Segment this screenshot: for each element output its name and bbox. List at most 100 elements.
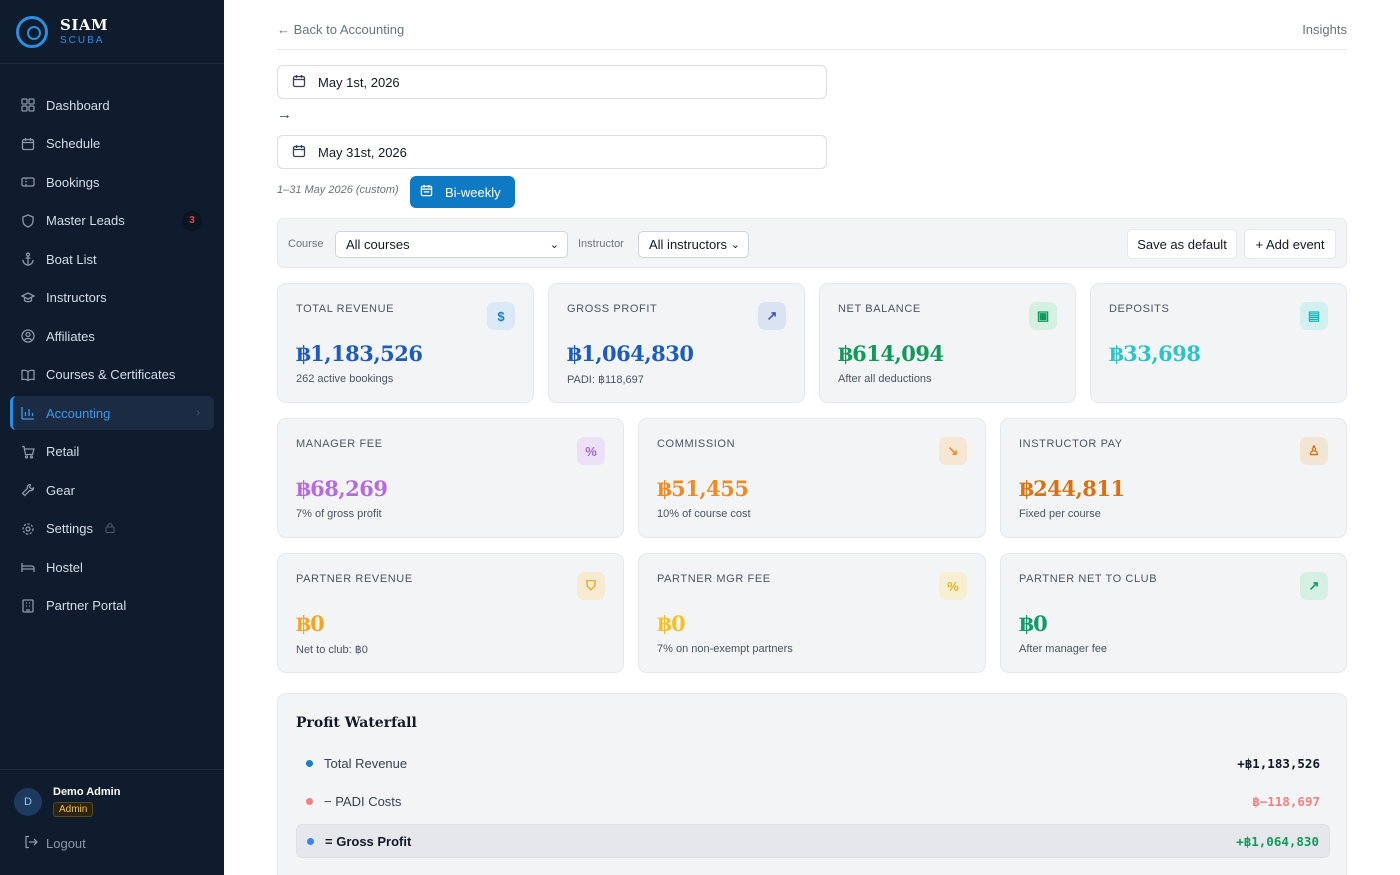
sidebar-item-gear[interactable]: Gear xyxy=(10,473,214,507)
waterfall-row: = Gross Profit +฿1,064,830 xyxy=(296,824,1330,858)
end-date-picker[interactable]: May 31st, 2026 xyxy=(277,135,827,169)
sidebar-item-bookings[interactable]: Bookings xyxy=(10,165,214,199)
sidebar-item-hostel[interactable]: Hostel xyxy=(10,550,214,584)
sidebar-item-schedule[interactable]: Schedule xyxy=(10,127,214,161)
user-circle-icon xyxy=(21,329,35,343)
card-subtext: 262 active bookings xyxy=(296,373,394,385)
trend-up-icon: ↗ xyxy=(758,302,786,330)
sidebar-item-boat-list[interactable]: Boat List xyxy=(10,242,214,276)
date-range-label: 1–31 May 2026 (custom) xyxy=(277,184,399,196)
card-label: PARTNER REVENUE xyxy=(296,573,413,585)
waterfall-title: Profit Waterfall xyxy=(296,715,417,731)
leads-count-badge: 3 xyxy=(182,210,202,231)
sidebar-item-settings[interactable]: Settings xyxy=(10,512,214,546)
sidebar-item-label: Instructors xyxy=(46,290,107,305)
brand[interactable]: SIAM SCUBA xyxy=(0,0,224,64)
user-name: Demo Admin xyxy=(53,786,121,798)
partner-net-to-club-card[interactable]: PARTNER NET TO CLUB ↗ ฿0 After manager fee xyxy=(1000,553,1347,673)
card-value: ฿1,183,526 xyxy=(296,341,423,366)
waterfall-row-value: +฿1,064,830 xyxy=(1236,833,1319,849)
calendar-icon xyxy=(21,137,35,151)
card-value: ฿0 xyxy=(657,611,686,636)
insights-link[interactable]: Insights xyxy=(1302,22,1347,37)
partner-revenue-card[interactable]: PARTNER REVENUE ⛉ ฿0 Net to club: ฿0 xyxy=(277,553,624,673)
trend-up-icon: ↗ xyxy=(1300,572,1328,600)
sidebar-item-label: Gear xyxy=(46,482,75,498)
course-select-value: All courses xyxy=(346,237,410,252)
card-label: PARTNER MGR FEE xyxy=(657,573,771,585)
sidebar-item-master-leads[interactable]: Master Leads 3 xyxy=(10,204,214,238)
waterfall-row-value: ฿−118,697 xyxy=(1252,793,1320,809)
sidebar-nav: Dashboard Schedule Bookings Master Leads… xyxy=(0,64,224,623)
gross-profit-card[interactable]: GROSS PROFIT ↗ ฿1,064,830 PADI: ฿118,697 xyxy=(548,283,805,403)
card-label: INSTRUCTOR PAY xyxy=(1019,438,1123,450)
save-as-default-button[interactable]: Save as default xyxy=(1127,229,1237,259)
card-subtext: After all deductions xyxy=(838,373,932,385)
commission-card[interactable]: COMMISSION ↘ ฿51,455 10% of course cost xyxy=(638,418,986,538)
sidebar-item-retail[interactable]: Retail xyxy=(10,435,214,469)
back-to-accounting-link[interactable]: ← Back to Accounting xyxy=(277,22,404,37)
filter-bar: Course All courses ⌄ Instructor All inst… xyxy=(277,218,1347,268)
card-subtext: 10% of course cost xyxy=(657,508,751,520)
gear-icon xyxy=(21,522,35,536)
sidebar-item-label: Affiliates xyxy=(46,328,95,344)
sidebar-item-partner-portal[interactable]: Partner Portal xyxy=(10,589,214,623)
award-icon: ♙ xyxy=(1300,437,1328,465)
total-revenue-card[interactable]: TOTAL REVENUE $ ฿1,183,526 262 active booki… xyxy=(277,283,534,403)
building-icon xyxy=(21,598,35,613)
waterfall-row-label: = Gross Profit xyxy=(325,833,412,849)
partner-mgr-fee-card[interactable]: PARTNER MGR FEE% ฿0 7% on non-exempt partn… xyxy=(638,553,986,673)
waterfall-row: − PADI Costs ฿−118,697 xyxy=(296,784,1330,818)
card-value: ฿68,269 xyxy=(296,476,388,501)
card-label: NET BALANCE xyxy=(838,303,921,315)
bi-weekly-button[interactable]: Bi-weekly xyxy=(410,176,515,208)
start-date-picker[interactable]: May 1st, 2026 xyxy=(277,65,827,99)
course-select[interactable]: All courses ⌄ xyxy=(335,231,568,258)
logout-icon xyxy=(24,835,38,852)
card-value: ฿244,811 xyxy=(1019,476,1125,501)
card-label: GROSS PROFIT xyxy=(567,303,658,315)
book-icon xyxy=(21,368,35,382)
sidebar-item-accounting[interactable]: Accounting › xyxy=(10,396,214,430)
sidebar-item-instructors[interactable]: Instructors xyxy=(10,281,214,315)
instructor-select[interactable]: All instructors ⌄ xyxy=(638,231,749,258)
bullet-dot-icon xyxy=(306,759,313,767)
chevron-down-icon: ⌄ xyxy=(730,239,740,251)
manager-fee-card[interactable]: MANAGER FEE% ฿68,269 7% of gross profit xyxy=(277,418,624,538)
card-value: ฿0 xyxy=(296,611,325,636)
sidebar-item-label: Boat List xyxy=(46,251,97,267)
sidebar-item-dashboard[interactable]: Dashboard xyxy=(10,88,214,122)
trend-down-icon: ↘ xyxy=(939,437,967,465)
add-event-button[interactable]: + Add event xyxy=(1244,229,1336,259)
sidebar-item-label: Dashboard xyxy=(46,97,110,113)
sidebar-item-label: Bookings xyxy=(46,174,100,190)
end-date-value: May 31st, 2026 xyxy=(318,144,407,160)
card-subtext: Net to club: ฿0 xyxy=(296,644,368,656)
start-date-value: May 1st, 2026 xyxy=(318,74,400,90)
deposits-card[interactable]: DEPOSITS ▤ ฿33,698 xyxy=(1090,283,1347,403)
chevron-down-icon: ⌄ xyxy=(549,239,559,251)
lock-icon xyxy=(105,522,115,536)
logout-label: Logout xyxy=(46,836,86,851)
sidebar: SIAM SCUBA Dashboard Schedule Bookings M… xyxy=(0,0,224,875)
sidebar-item-courses-certificates[interactable]: Courses & Certificates xyxy=(10,358,214,392)
card-value: ฿1,064,830 xyxy=(567,341,694,366)
bi-weekly-label: Bi-weekly xyxy=(445,184,501,200)
logout-button[interactable]: Logout xyxy=(0,817,224,852)
sidebar-item-affiliates[interactable]: Affiliates xyxy=(10,319,214,353)
anchor-icon xyxy=(21,252,35,266)
ticket-icon xyxy=(21,175,35,189)
card-subtext: After manager fee xyxy=(1019,643,1108,655)
instructor-pay-card[interactable]: INSTRUCTOR PAY ♙ ฿244,811 Fixed per course xyxy=(1000,418,1347,538)
net-balance-card[interactable]: NET BALANCE ▣ ฿614,094 After all deductions xyxy=(819,283,1076,403)
card-label: TOTAL REVENUE xyxy=(296,303,395,315)
sidebar-item-label: Partner Portal xyxy=(46,598,127,613)
date-range-arrow-icon: → xyxy=(277,106,292,123)
user-profile[interactable]: D Demo Admin Admin xyxy=(0,770,224,817)
siam-scuba-logo-icon xyxy=(16,15,48,48)
chevron-right-icon: › xyxy=(196,407,200,419)
bullet-dot-icon xyxy=(307,837,314,845)
card-value: ฿0 xyxy=(1019,611,1048,636)
instructor-select-value: All instructors xyxy=(649,237,728,252)
card-label: PARTNER NET TO CLUB xyxy=(1019,573,1158,585)
